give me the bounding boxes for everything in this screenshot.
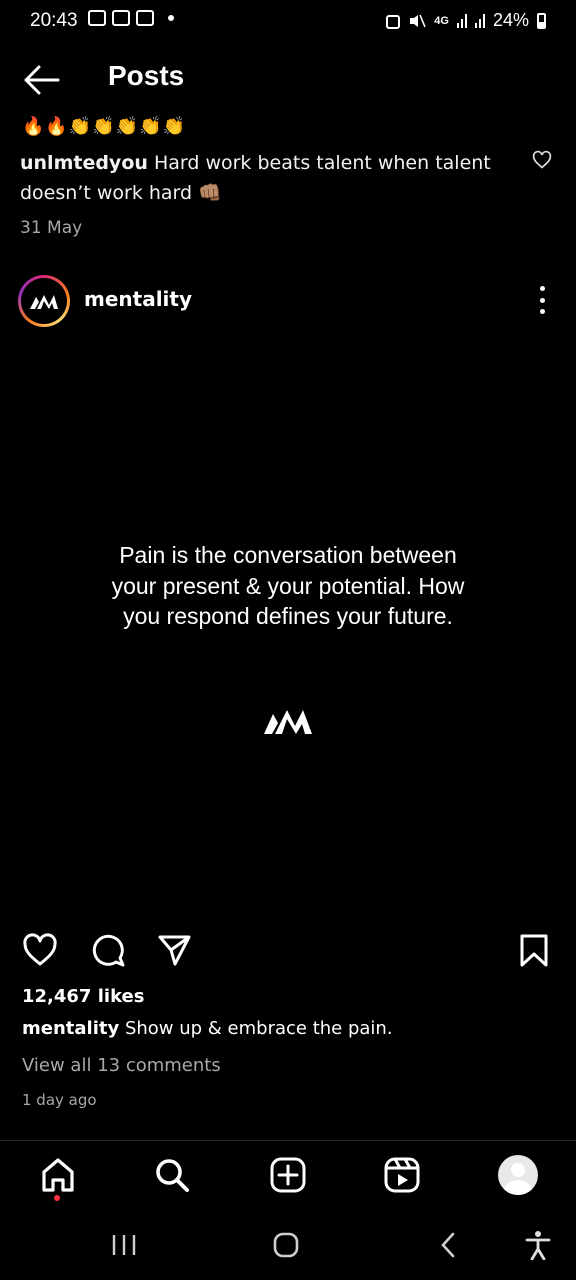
home-button[interactable] [266,1228,306,1262]
post-quote: Pain is the conversation between your pr… [111,542,465,629]
more-dot [539,297,545,303]
more-dot [539,286,545,291]
home-icon [42,1158,74,1192]
cloud-notification-icon-2 [136,10,154,26]
nav-home[interactable] [38,1155,78,1195]
more-options-button[interactable] [532,286,552,314]
status-bar: 20:43 4G 24% [0,0,576,44]
recent-apps-icon [112,1235,136,1255]
mentality-brand-logo [264,710,312,734]
plus-square-icon [270,1157,306,1193]
previous-comment-emoji: 🔥🔥👏👏👏👏👏 [22,116,186,137]
mentality-logo-icon [21,278,67,324]
share-send-icon[interactable] [156,932,192,968]
notification-icons [88,10,174,26]
post-actions [0,926,576,972]
post-image[interactable]: Pain is the conversation between your pr… [0,338,576,914]
top-header: Posts [0,50,576,110]
likes-count[interactable]: 12,467 likes [22,986,144,1007]
home-circle-icon [273,1232,299,1258]
cloud-notification-icon [112,10,130,26]
system-navigation [0,1210,576,1280]
accessibility-button[interactable] [518,1228,558,1262]
caption-username[interactable]: mentality [22,1018,119,1039]
battery-icon [537,12,546,29]
post-timestamp: 1 day ago [22,1091,97,1109]
back-button[interactable] [428,1228,468,1262]
post-avatar[interactable] [18,275,70,327]
signal-icon-2 [474,13,485,28]
post-caption: mentality Show up & embrace the pain. [22,1018,393,1039]
like-heart-icon[interactable] [22,932,58,968]
accessibility-icon [525,1231,551,1260]
gallery-notification-icon [88,10,106,26]
alarm-icon [386,14,401,29]
previous-post-caption: unlmtedyou Hard work beats talent when t… [20,148,520,208]
search-icon [156,1159,189,1192]
comment-icon[interactable] [90,932,126,968]
status-right: 4G 24% [386,10,546,31]
status-time: 20:43 [30,10,78,31]
nav-reels[interactable] [382,1155,422,1195]
caption-text: Show up & embrace the pain. [124,1018,393,1039]
back-chevron-icon [441,1232,455,1258]
nav-search[interactable] [152,1155,192,1195]
reels-icon [384,1157,420,1193]
profile-avatar [498,1155,538,1195]
more-notifications-dot [168,15,174,21]
previous-post-date: 31 May [20,218,83,238]
signal-icon [456,13,467,28]
notification-dot [54,1195,60,1201]
nav-create[interactable] [268,1155,308,1195]
recent-apps-button[interactable] [104,1228,144,1262]
more-dot [539,309,545,314]
previous-post-username[interactable]: unlmtedyou [20,152,148,174]
back-arrow-icon[interactable] [22,62,62,98]
view-comments-link[interactable]: View all 13 comments [22,1055,221,1076]
nav-profile[interactable] [498,1155,538,1195]
heart-icon[interactable] [532,150,552,170]
mute-icon [410,14,427,27]
post-username[interactable]: mentality [84,287,192,311]
battery-percent: 24% [492,10,529,30]
network-type: 4G [434,14,449,27]
bookmark-icon[interactable] [516,932,552,968]
page-title: Posts [108,60,185,91]
bottom-navigation [0,1140,576,1211]
